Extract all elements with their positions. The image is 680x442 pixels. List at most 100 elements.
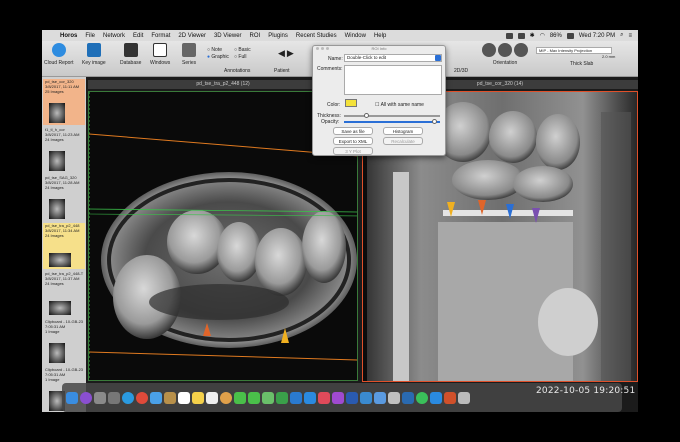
search-icon[interactable]: ⌕ (620, 32, 623, 39)
powerpoint-icon[interactable] (444, 391, 456, 404)
series-button[interactable]: Series (182, 43, 196, 66)
database-button[interactable]: Database (120, 43, 141, 66)
notes-icon[interactable] (192, 391, 204, 404)
battery-percent: 86% (549, 32, 562, 39)
windows-button[interactable]: Windows (150, 43, 170, 66)
head-axial-icon[interactable] (482, 43, 496, 57)
comments-textarea[interactable] (344, 65, 442, 95)
app-store-icon[interactable] (304, 391, 316, 404)
keynote-icon[interactable] (290, 391, 302, 404)
patient-label: Patient (274, 68, 290, 74)
facetime-icon[interactable] (234, 391, 246, 404)
thumbnail-item[interactable]: Clipboard - 10-GB-23 7:05:31 AM 1 Image (43, 319, 85, 365)
menu-file[interactable]: File (81, 33, 99, 39)
photos-icon[interactable] (220, 391, 232, 404)
menu-recent-studies[interactable]: Recent Studies (292, 33, 341, 39)
finder-icon[interactable] (66, 391, 78, 404)
zoom-window-icon[interactable] (326, 47, 329, 50)
trash-icon[interactable] (458, 391, 470, 404)
preview-icon[interactable] (388, 391, 400, 404)
safari-icon[interactable] (122, 391, 134, 404)
cast-icon[interactable] (517, 32, 525, 39)
all-same-name-checkbox[interactable]: ☐ All with same name (375, 102, 424, 108)
export-xml-button[interactable]: Export to XML (333, 137, 373, 145)
menu-window[interactable]: Window (341, 33, 370, 39)
slab-value: 2.0 mm (602, 54, 616, 59)
horos-icon[interactable] (360, 391, 372, 404)
menubar-clock[interactable]: Wed 7:20 PM (579, 33, 615, 39)
numbers-icon[interactable] (276, 391, 288, 404)
forward-arrow-icon[interactable]: ▶ (287, 48, 294, 59)
color-swatch[interactable] (345, 99, 357, 107)
timestamp-overlay: 2022-10-05 19:20:51 (536, 386, 636, 396)
menu-network[interactable]: Network (99, 33, 129, 39)
radio-graphic[interactable]: Graphic (207, 54, 229, 60)
head-sagittal-icon[interactable] (514, 43, 528, 57)
windows-icon (153, 43, 168, 57)
cloud-report-button[interactable]: Cloud Report (44, 43, 73, 66)
bluetooth-icon[interactable]: ✱ (530, 32, 535, 39)
back-arrow-icon[interactable]: ◀ (278, 48, 285, 59)
menu-edit[interactable]: Edit (129, 33, 147, 39)
histogram-button[interactable]: Histogram (383, 127, 423, 135)
launchpad-icon[interactable] (94, 391, 106, 404)
zoom-icon[interactable] (430, 391, 442, 404)
radio-note[interactable]: Note (207, 47, 222, 53)
word-icon[interactable] (346, 391, 358, 404)
control-center-icon[interactable]: ≡ (628, 33, 632, 39)
thickness-slider-knob[interactable] (364, 113, 369, 118)
menu-horos[interactable]: Horos (56, 33, 81, 39)
chrome-icon[interactable] (136, 391, 148, 404)
calendar-icon[interactable] (178, 391, 190, 404)
plot-button[interactable]: 3 Y Plot (333, 147, 373, 155)
whatsapp-icon[interactable] (416, 391, 428, 404)
finder-window-icon[interactable] (374, 391, 386, 404)
thumbnail-item[interactable]: pd_tse_tra_p2_448-T 3/8/2017, 11:37 AM 2… (43, 271, 85, 317)
name-dropdown-arrow-icon[interactable] (435, 55, 441, 61)
podcasts-icon[interactable] (332, 391, 344, 404)
minimize-window-icon[interactable] (321, 47, 324, 50)
reminders-icon[interactable] (206, 391, 218, 404)
thumbnail-item[interactable]: t1_tl_h_cor 3/8/2017, 11:23 AM 24 Images (43, 127, 85, 173)
orientation-group[interactable]: Orientation (482, 43, 528, 66)
head-coronal-icon[interactable] (498, 43, 512, 57)
key-image-button[interactable]: Key image (82, 43, 106, 66)
menu-format[interactable]: Format (147, 33, 174, 39)
thumbnail-item[interactable]: pd_tse_cor_320 3/8/2017, 11:11 AM 25 Ima… (43, 79, 85, 125)
app-a-icon[interactable] (505, 32, 513, 39)
radio-full[interactable]: Full (234, 54, 246, 60)
name-input[interactable]: Double-Click to edit (344, 54, 442, 62)
battery-icon[interactable] (566, 32, 574, 39)
radio-basic[interactable]: Basic (234, 47, 251, 53)
dialog-title: ROI Info (371, 46, 387, 51)
thumbnail-item[interactable]: pd_tse_SAG_320 3/8/2017, 11:28 AM 24 Ima… (43, 175, 85, 221)
slab-mode-select[interactable]: MIP - Max Intensity Projection (536, 47, 612, 54)
music-icon[interactable] (318, 391, 330, 404)
maps-icon[interactable] (262, 391, 274, 404)
siri-icon[interactable] (80, 391, 92, 404)
menu-2d-viewer[interactable]: 2D Viewer (174, 33, 210, 39)
wifi-icon[interactable]: ◠ (540, 32, 545, 39)
downloads-icon[interactable] (402, 391, 414, 404)
menu-3d-viewer[interactable]: 3D Viewer (210, 33, 246, 39)
opacity-slider[interactable] (344, 119, 440, 124)
annotations-label: Annotations (224, 68, 251, 74)
save-as-file-button[interactable]: Save as file (333, 127, 373, 135)
cloud-icon (51, 43, 66, 57)
menu-help[interactable]: Help (370, 33, 390, 39)
series-icon (182, 43, 197, 57)
menu-roi[interactable]: ROI (246, 33, 265, 39)
mail-icon[interactable] (150, 391, 162, 404)
window-controls (316, 47, 329, 50)
opacity-slider-knob[interactable] (432, 119, 437, 124)
thumbnail-item[interactable]: pd_tse_tra_p2_448 3/8/2017, 11:34 AM 24 … (43, 223, 85, 269)
recalculate-button[interactable]: Recalculate (383, 137, 423, 145)
messages-icon[interactable] (248, 391, 260, 404)
thickness-slider[interactable] (344, 113, 440, 118)
system-preferences-icon[interactable] (108, 391, 120, 404)
orange-reference-line-bottom (89, 351, 357, 361)
menu-plugins[interactable]: Plugins (264, 33, 292, 39)
opacity-label: Opacity: (321, 119, 340, 125)
close-window-icon[interactable] (316, 47, 319, 50)
contacts-icon[interactable] (164, 391, 176, 404)
